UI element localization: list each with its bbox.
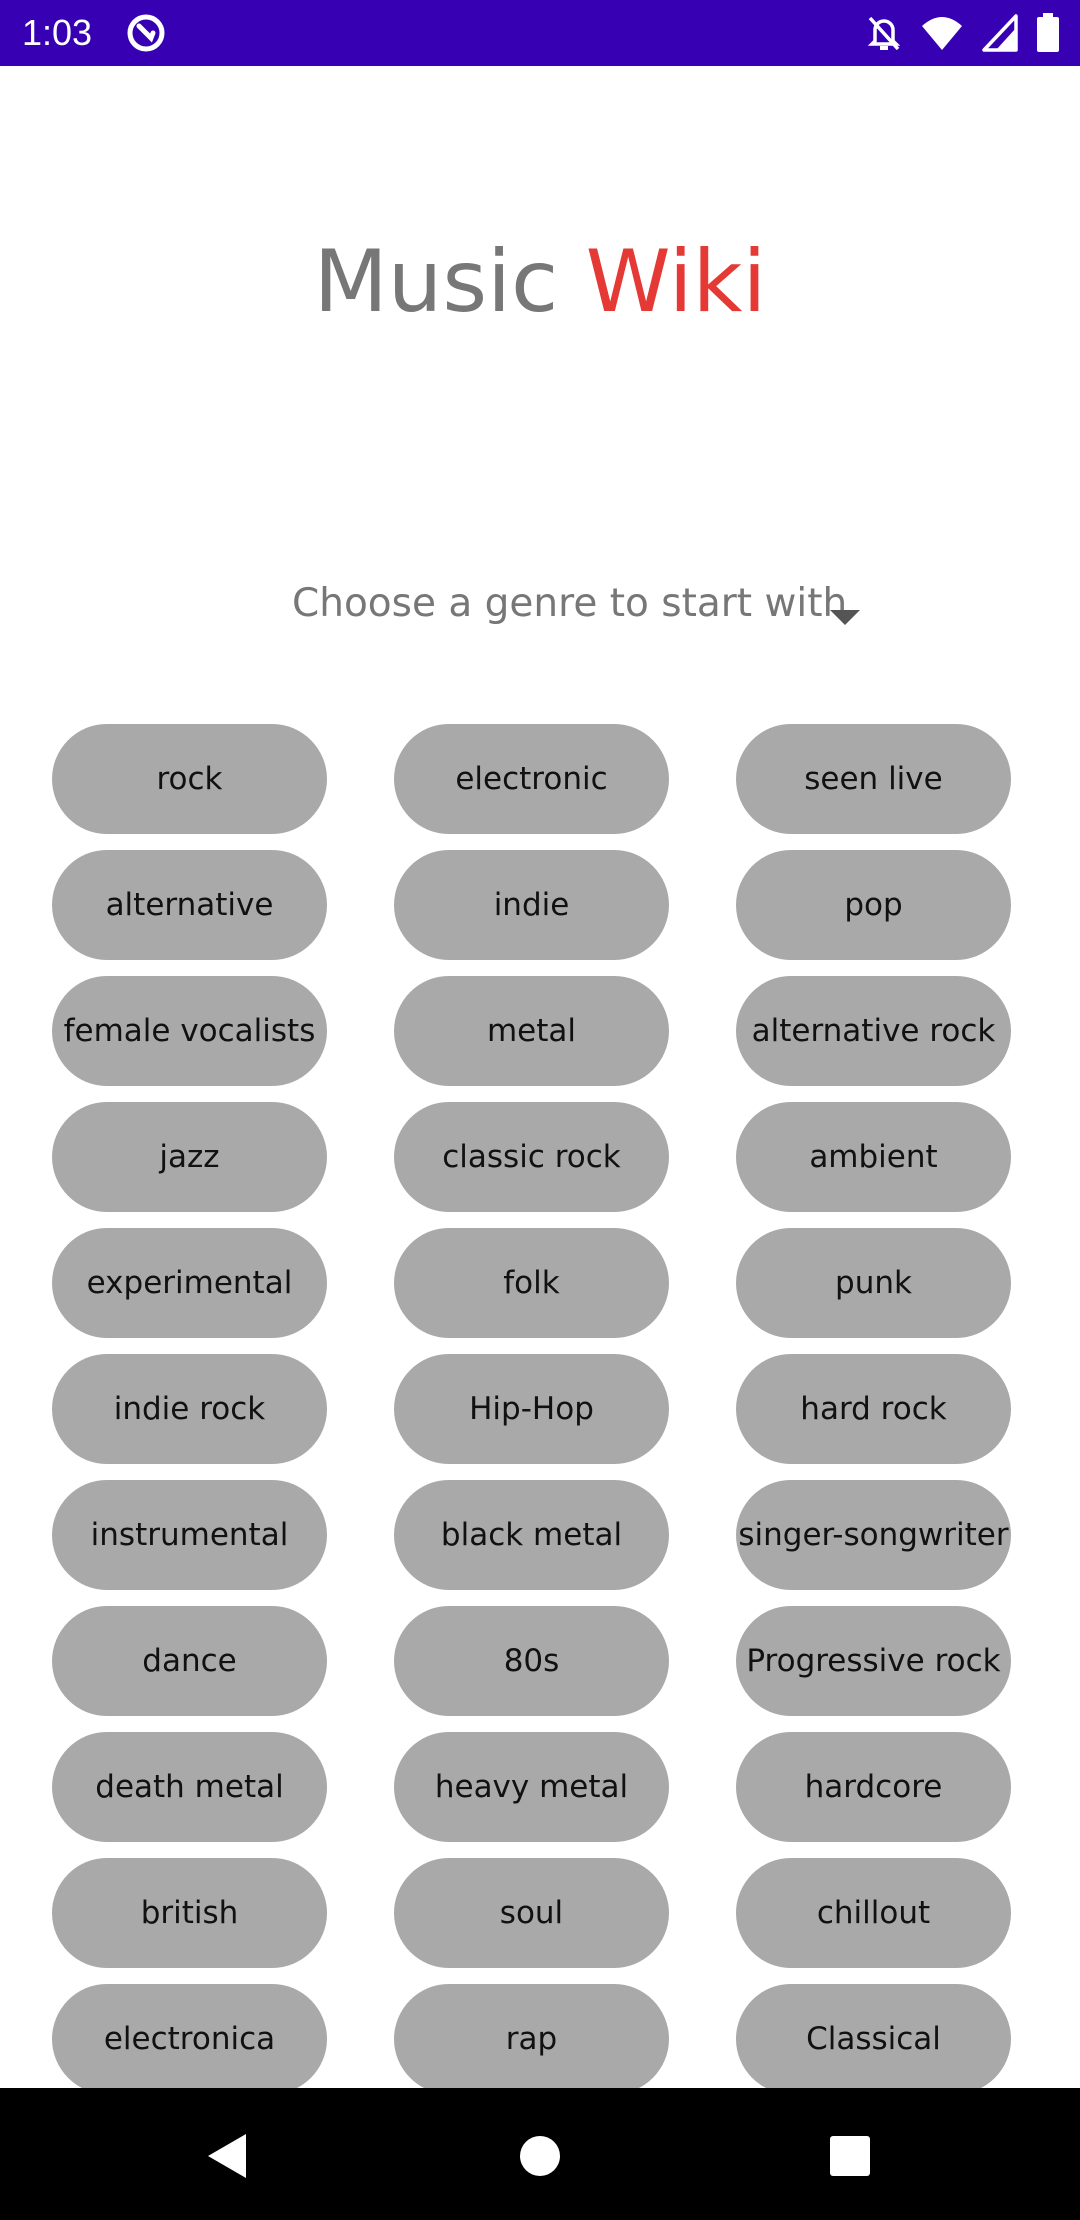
do-not-disturb-icon [867,16,901,51]
battery-icon [1037,13,1059,52]
genre-chip[interactable]: british [52,1858,327,1968]
genre-chip[interactable]: indie [394,850,669,960]
genre-chip[interactable]: 80s [394,1606,669,1716]
genre-chip[interactable]: chillout [736,1858,1011,1968]
genre-chip[interactable]: instrumental [52,1480,327,1590]
genre-chip[interactable]: rap [394,1984,669,2088]
genre-chip[interactable]: alternative [52,850,327,960]
genre-chip[interactable]: soul [394,1858,669,1968]
genre-chip[interactable]: death metal [52,1732,327,1842]
recents-icon[interactable] [822,2128,878,2184]
genre-chip[interactable]: female vocalists [52,976,327,1086]
app-title-music: Music [313,232,586,332]
genre-chip[interactable]: electronica [52,1984,327,2088]
genre-chip[interactable]: indie rock [52,1354,327,1464]
genre-chip[interactable]: Progressive rock [736,1606,1011,1716]
genre-dropdown-label: Choose a genre to start with [292,581,848,626]
genre-grid: rock electronic seen live alternative indie p… [52,724,1012,2088]
genre-chip[interactable]: jazz [52,1102,327,1212]
genre-chip[interactable]: rock [52,724,327,834]
genre-chip[interactable]: folk [394,1228,669,1338]
genre-chip[interactable]: black metal [394,1480,669,1590]
genre-chip[interactable]: pop [736,850,1011,960]
home-icon[interactable] [512,2128,568,2184]
genre-chip[interactable]: electronic [394,724,669,834]
genre-chip[interactable]: punk [736,1228,1011,1338]
genre-chip[interactable]: Hip-Hop [394,1354,669,1464]
status-time: 1:03 [22,12,93,53]
genre-chip[interactable]: Classical [736,1984,1011,2088]
app-title-wiki: Wiki [585,232,767,332]
genre-chip[interactable]: heavy metal [394,1732,669,1842]
genre-chip[interactable]: hardcore [736,1732,1011,1842]
genre-dropdown[interactable]: Choose a genre to start with [270,570,870,640]
genre-chip[interactable]: classic rock [394,1102,669,1212]
cellular-signal-icon [982,14,1018,52]
navigation-bar [0,2088,1080,2220]
genre-chip[interactable]: alternative rock [736,976,1011,1086]
genre-chip[interactable]: hard rock [736,1354,1011,1464]
genre-chip[interactable]: seen live [736,724,1011,834]
app-title: Music Wiki [0,222,1080,342]
genre-chip[interactable]: dance [52,1606,327,1716]
genre-chip[interactable]: metal [394,976,669,1086]
wifi-icon [922,17,962,50]
genre-chip[interactable]: experimental [52,1228,327,1338]
app-notification-icon [127,14,165,52]
genre-chip[interactable]: singer-songwriter [736,1480,1011,1590]
back-icon[interactable] [200,2128,256,2184]
genre-chip[interactable]: ambient [736,1102,1011,1212]
status-bar: 1:03 [0,0,1080,66]
caret-down-icon [830,610,860,625]
